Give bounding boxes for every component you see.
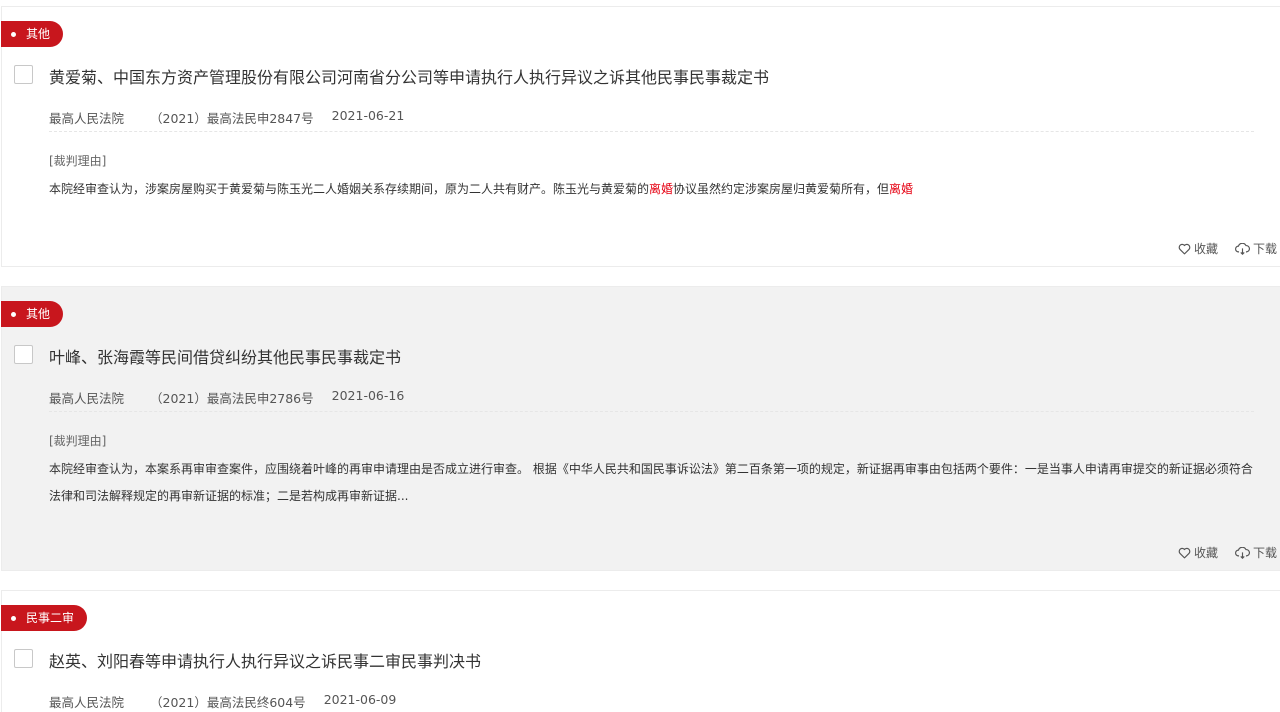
case-title-link[interactable]: 黄爱菊、中国东方资产管理股份有限公司河南省分公司等申请执行人执行异议之诉其他民事… (49, 64, 769, 88)
case-number: （2021）最高法民申2786号 (150, 391, 314, 406)
tag-dot-icon (11, 31, 16, 37)
cloud-download-icon (1235, 546, 1250, 559)
card-actions: 收藏 下载 (1178, 240, 1277, 257)
reason-highlight: 离婚 (889, 182, 914, 196)
download-label: 下载 (1253, 546, 1278, 560)
favorite-label: 收藏 (1194, 546, 1219, 560)
case-title-link[interactable]: 叶峰、张海霞等民间借贷纠纷其他民事民事裁定书 (49, 344, 401, 368)
case-type-label: 其他 (26, 27, 51, 41)
case-meta: 最高人民法院 （2021）最高法民申2786号 2021-06-16 (49, 388, 404, 407)
case-type-label: 民事二审 (26, 611, 75, 625)
case-number: （2021）最高法民申2847号 (150, 111, 314, 126)
reason-label: [裁判理由] (49, 154, 107, 168)
download-button[interactable]: 下载 (1235, 240, 1277, 257)
select-checkbox[interactable] (14, 345, 33, 364)
result-card: 其他 叶峰、张海霞等民间借贷纠纷其他民事民事裁定书 最高人民法院 （2021）最… (1, 286, 1280, 571)
case-number: （2021）最高法民终604号 (150, 695, 306, 710)
reason-segment: 本院经审查认为，涉案房屋购买于黄爱菊与陈玉光二人婚姻关系存续期间，原为二人共有财… (49, 182, 650, 196)
judgment-date: 2021-06-16 (331, 388, 405, 403)
case-meta: 最高人民法院 （2021）最高法民申2847号 2021-06-21 (49, 108, 404, 127)
download-button[interactable]: 下载 (1235, 544, 1277, 561)
select-checkbox[interactable] (14, 65, 33, 84)
case-type-label: 其他 (26, 307, 51, 321)
result-card: 民事二审 赵英、刘阳春等申请执行人执行异议之诉民事二审民事判决书 最高人民法院 … (1, 590, 1280, 712)
judgment-date: 2021-06-21 (331, 108, 405, 123)
case-type-tag: 其他 (1, 301, 64, 327)
card-actions: 收藏 下载 (1178, 544, 1277, 561)
reason-text: 本院经审查认为，涉案房屋购买于黄爱菊与陈玉光二人婚姻关系存续期间，原为二人共有财… (49, 176, 1264, 203)
case-title-link[interactable]: 赵英、刘阳春等申请执行人执行异议之诉民事二审民事判决书 (49, 648, 481, 672)
divider (49, 131, 1254, 132)
heart-outline-icon (1178, 547, 1191, 558)
tag-dot-icon (11, 615, 16, 621)
divider (49, 411, 1254, 412)
court-name: 最高人民法院 (49, 695, 125, 710)
tag-dot-icon (11, 311, 16, 317)
court-name: 最高人民法院 (49, 111, 125, 126)
reason-text: 本院经审查认为，本案系再审审查案件，应围绕着叶峰的再审申请理由是否成立进行审查。… (49, 462, 1253, 503)
case-type-tag: 其他 (1, 21, 64, 47)
reason-label: [裁判理由] (49, 434, 107, 448)
reason-segment: 协议虽然约定涉案房屋归黄爱菊所有，但 (673, 182, 890, 196)
download-label: 下载 (1253, 242, 1278, 256)
favorite-button[interactable]: 收藏 (1178, 240, 1218, 257)
favorite-button[interactable]: 收藏 (1178, 544, 1218, 561)
favorite-label: 收藏 (1194, 242, 1219, 256)
judgment-date: 2021-06-09 (323, 692, 397, 707)
select-checkbox[interactable] (14, 649, 33, 668)
heart-outline-icon (1178, 243, 1191, 254)
result-card: 其他 黄爱菊、中国东方资产管理股份有限公司河南省分公司等申请执行人执行异议之诉其… (1, 6, 1280, 267)
case-type-tag: 民事二审 (1, 605, 88, 631)
court-name: 最高人民法院 (49, 391, 125, 406)
cloud-download-icon (1235, 242, 1250, 255)
case-meta: 最高人民法院 （2021）最高法民终604号 2021-06-09 (49, 692, 396, 711)
reason-highlight: 离婚 (649, 182, 674, 196)
